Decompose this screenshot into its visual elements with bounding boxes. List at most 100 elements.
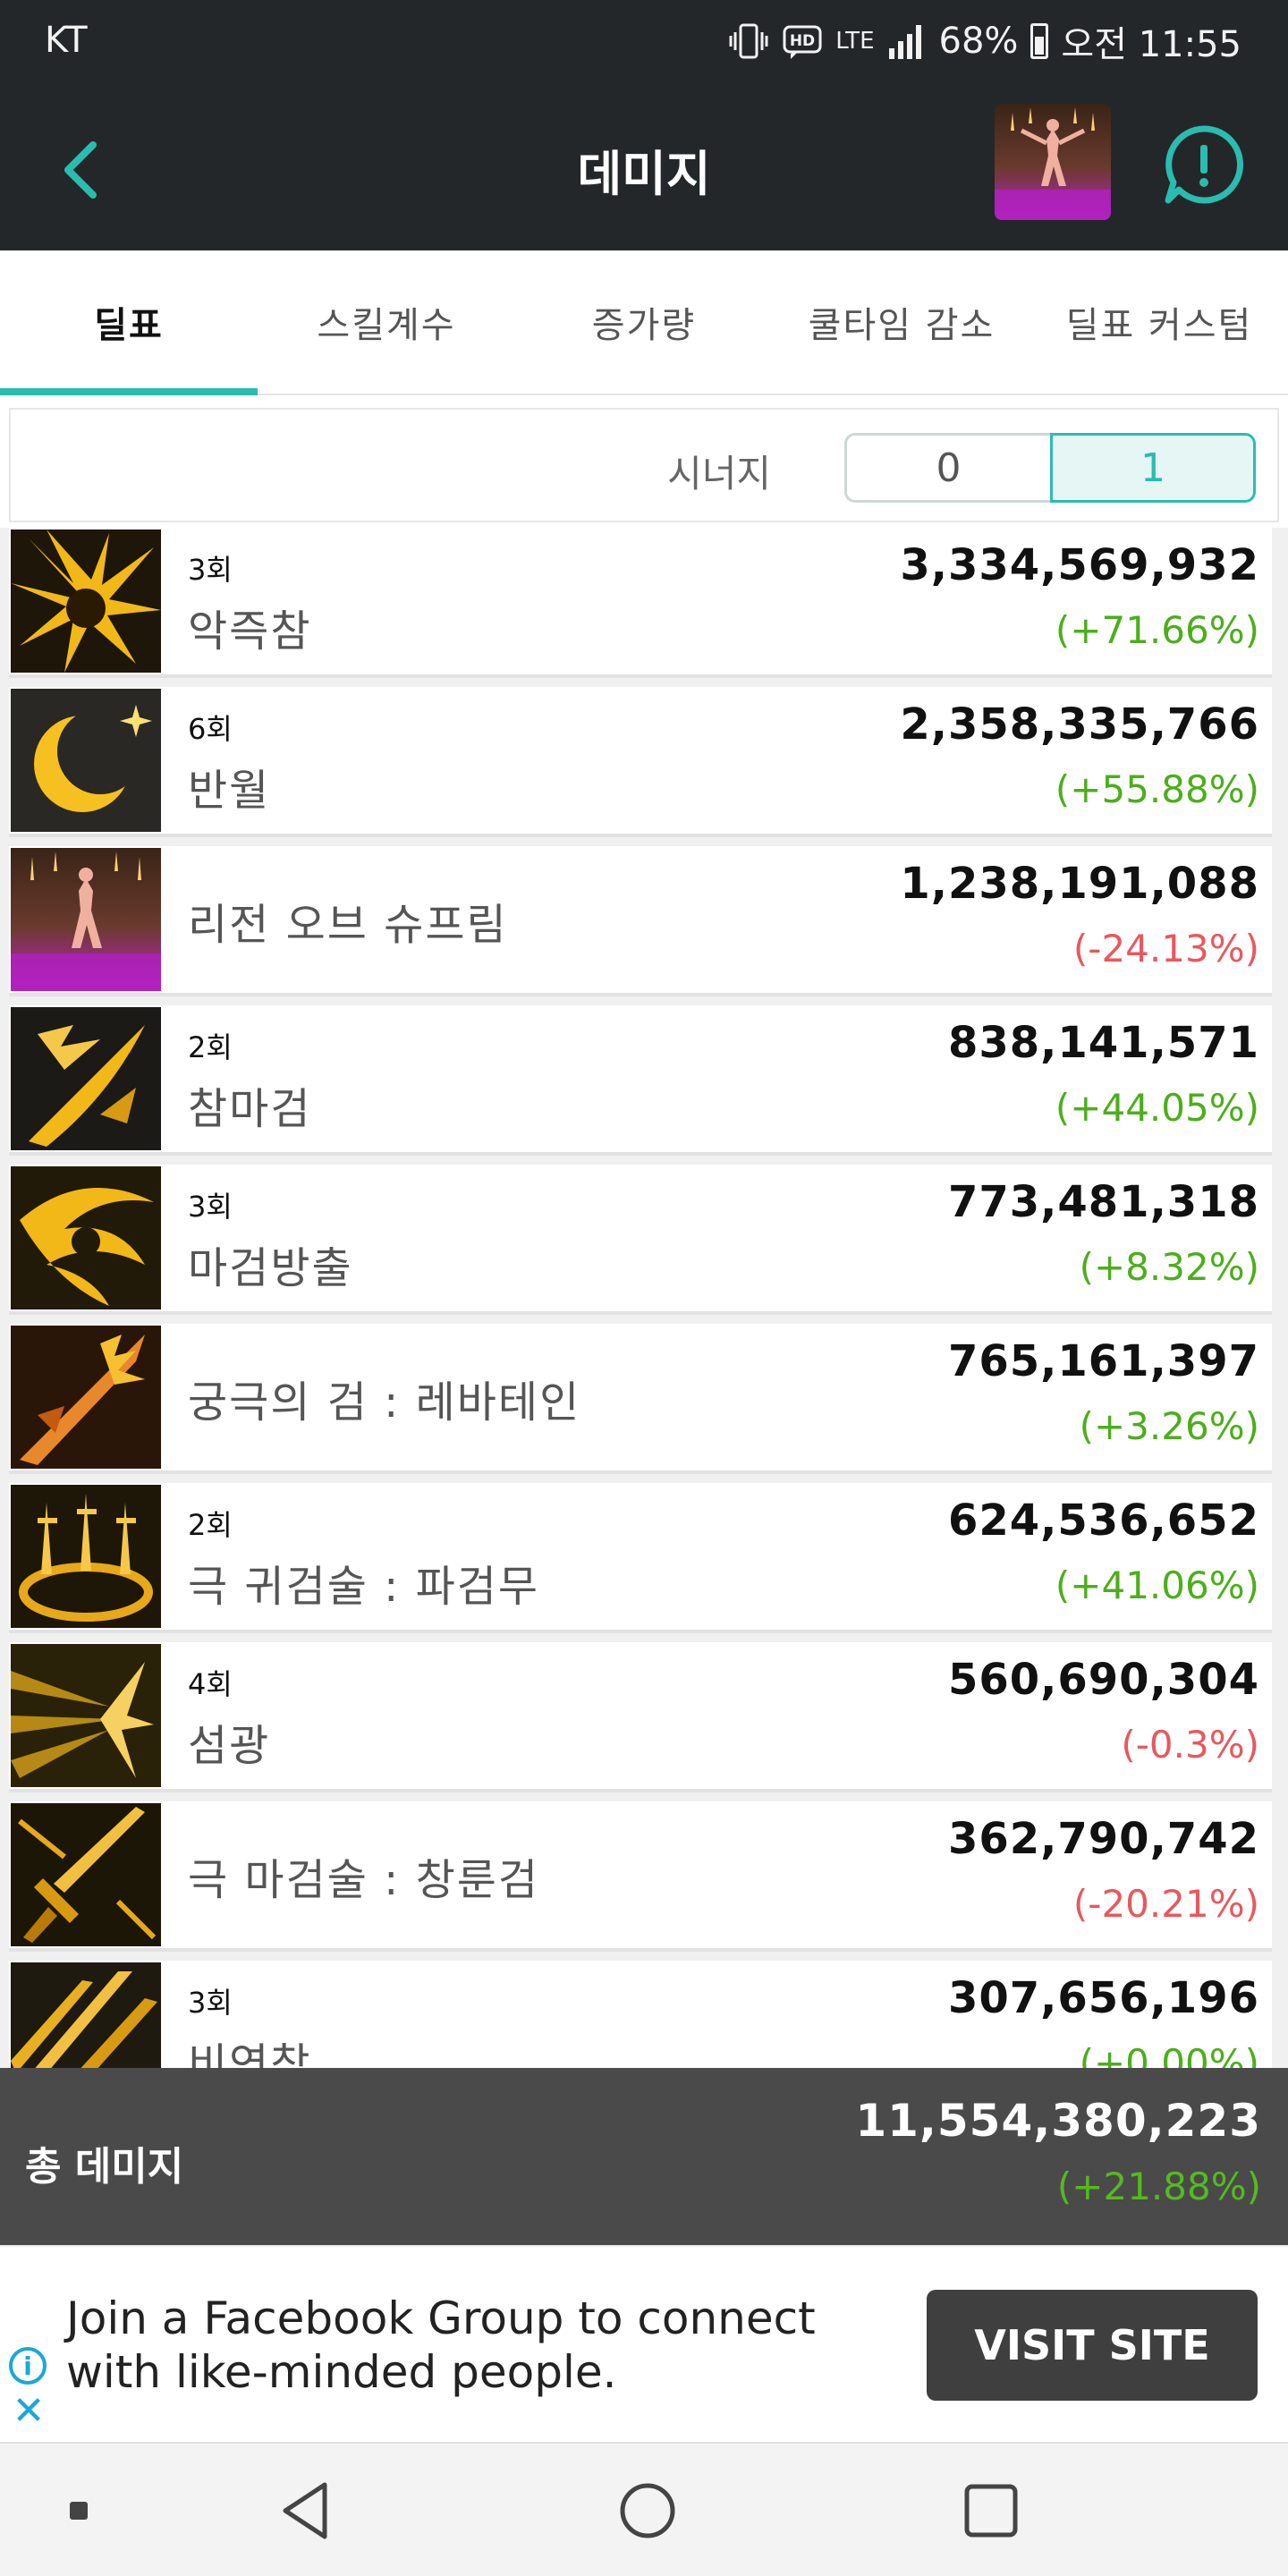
system-nav-bar	[0, 2442, 1288, 2576]
rune-sword-icon	[11, 1803, 161, 1946]
hit-count: 6회	[188, 712, 233, 746]
damage-value: 838,141,571	[947, 1018, 1259, 1068]
circle-home-icon	[620, 2483, 675, 2538]
battery-percent: 68%	[938, 21, 1019, 62]
tab-dps-table[interactable]: 딜표	[0, 250, 258, 394]
list-item[interactable]: 3회 악즉참 3,334,569,932 (+71.66%)	[9, 528, 1272, 678]
ad-info-icon[interactable]: i	[9, 2347, 47, 2385]
hd-voice-icon: HD	[783, 25, 822, 59]
lte-indicator: LTE	[835, 28, 875, 55]
list-item[interactable]: 3회 마검방출 773,481,318 (+8.32%)	[9, 1165, 1272, 1315]
back-button[interactable]	[36, 125, 125, 215]
damage-change: (+8.32%)	[1079, 1245, 1259, 1289]
battery-icon	[1030, 23, 1049, 59]
damage-value: 362,790,742	[947, 1814, 1259, 1864]
nav-dot-button[interactable]	[34, 2470, 123, 2551]
damage-change: (+3.26%)	[1079, 1404, 1259, 1448]
square-dot-icon	[70, 2502, 88, 2520]
laevateinn-icon	[11, 1326, 161, 1469]
skill-name: 악즉참	[188, 606, 312, 657]
synergy-label: 시너지	[667, 452, 771, 496]
damage-value: 624,536,652	[947, 1496, 1259, 1546]
skill-name: 반월	[188, 766, 271, 816]
ad-banner[interactable]: Join a Facebook Group to connect with li…	[0, 2245, 1288, 2442]
vibrate-icon	[729, 23, 768, 59]
hit-count: 2회	[188, 1030, 233, 1064]
crescent-moon-icon	[11, 689, 161, 832]
tab-bar: 딜표 스킬계수 증가량 쿨타임 감소 딜표 커스텀	[0, 250, 1288, 395]
alert-bubble-icon	[1165, 125, 1244, 204]
nav-recents-button[interactable]	[946, 2470, 1036, 2551]
tab-cooldown-reduction[interactable]: 쿨타임 감소	[773, 250, 1030, 394]
total-damage-bar: 총 데미지 11,554,380,223 (+21.88%)	[0, 2068, 1288, 2245]
list-item[interactable]: 극 마검술 : 창룬검 362,790,742 (-20.21%)	[9, 1801, 1272, 1952]
carrier-label: KT	[45, 20, 88, 61]
damage-value: 2,358,335,766	[900, 699, 1259, 750]
damage-value: 773,481,318	[947, 1177, 1259, 1227]
synergy-option-1[interactable]: 1	[1050, 433, 1256, 503]
legion-of-supreme-icon	[11, 848, 161, 991]
skill-name: 극 마검술 : 창룬검	[188, 1855, 540, 1905]
swallow-slash-icon	[11, 1962, 161, 2068]
damage-change: (-24.13%)	[1072, 927, 1259, 970]
skill-name: 비연참	[188, 2039, 312, 2068]
damage-value: 1,238,191,088	[900, 859, 1259, 909]
signal-icon	[888, 25, 921, 59]
hit-count: 2회	[188, 1508, 233, 1542]
square-recents-icon	[964, 2484, 1018, 2538]
skill-name: 섬광	[188, 1721, 271, 1771]
skill-name: 극 귀검술 : 파검무	[188, 1562, 540, 1612]
damage-change: (-20.21%)	[1072, 1882, 1259, 1926]
total-damage-label: 총 데미지	[25, 2144, 184, 2190]
tab-skill-coefficient[interactable]: 스킬계수	[258, 250, 515, 394]
synergy-row: 시너지 0 1	[9, 408, 1279, 522]
damage-change: (+55.88%)	[1055, 767, 1259, 811]
damage-change: (+0.00%)	[1079, 2041, 1259, 2068]
flash-icon	[11, 1644, 161, 1787]
skill-name: 마검방출	[188, 1243, 353, 1293]
damage-value: 560,690,304	[947, 1655, 1259, 1705]
total-damage-change: (+21.88%)	[1056, 2165, 1261, 2208]
damage-change: (-0.3%)	[1121, 1723, 1259, 1767]
chevron-left-icon	[64, 141, 97, 199]
sword-release-icon	[11, 1166, 161, 1309]
visit-site-button[interactable]: VISIT SITE	[927, 2290, 1258, 2401]
list-item[interactable]: 6회 반월 2,358,335,766 (+55.88%)	[9, 687, 1272, 837]
character-avatar[interactable]	[995, 104, 1111, 220]
app-bar: 데미지	[0, 82, 1288, 250]
triangle-back-icon	[283, 2482, 327, 2539]
status-bar: KT HD LTE 68% 오전 11:55	[0, 0, 1288, 82]
active-tab-indicator	[0, 388, 258, 395]
ad-close-icon[interactable]: ✕	[11, 2392, 47, 2431]
damage-change: (+44.05%)	[1055, 1086, 1259, 1130]
skill-name: 참마검	[188, 1084, 312, 1134]
slash-burst-icon	[11, 530, 161, 673]
skill-name: 리전 오브 슈프림	[188, 900, 508, 950]
list-item[interactable]: 3회 비연참 307,656,196 (+0.00%)	[9, 1961, 1272, 2068]
status-icons: HD LTE 68% 오전 11:55	[728, 16, 1241, 66]
skill-damage-list[interactable]: 3회 악즉참 3,334,569,932 (+71.66%) 6회 반월 2,3…	[0, 528, 1288, 2068]
damage-change: (+41.06%)	[1055, 1563, 1259, 1607]
ad-text[interactable]: Join a Facebook Group to connect with li…	[66, 2292, 898, 2399]
info-button[interactable]	[1159, 120, 1249, 209]
list-item[interactable]: 리전 오브 슈프림 1,238,191,088 (-24.13%)	[9, 846, 1272, 996]
list-item[interactable]: 궁극의 검 : 레바테인 765,161,397 (+3.26%)	[9, 1324, 1272, 1474]
list-item[interactable]: 4회 섬광 560,690,304 (-0.3%)	[9, 1642, 1272, 1792]
damage-value: 307,656,196	[947, 1973, 1259, 2023]
skill-name: 궁극의 검 : 레바테인	[188, 1377, 581, 1428]
total-damage-value: 11,554,380,223	[855, 2095, 1261, 2147]
nav-home-button[interactable]	[603, 2470, 692, 2551]
list-item[interactable]: 2회 참마검 838,141,571 (+44.05%)	[9, 1005, 1272, 1156]
demon-slash-icon	[11, 1007, 161, 1150]
list-item[interactable]: 2회 극 귀검술 : 파검무 624,536,652 (+41.06%)	[9, 1483, 1272, 1633]
svg-text:HD: HD	[790, 32, 815, 50]
nav-back-button[interactable]	[261, 2470, 351, 2551]
sword-dance-icon	[11, 1485, 161, 1628]
hit-count: 3회	[188, 1190, 233, 1224]
synergy-option-0[interactable]: 0	[844, 433, 1050, 503]
tab-increase[interactable]: 증가량	[515, 250, 773, 394]
hit-count: 4회	[188, 1667, 233, 1701]
damage-value: 765,161,397	[947, 1336, 1259, 1386]
hit-count: 3회	[188, 553, 233, 587]
tab-dps-custom[interactable]: 딜표 커스텀	[1030, 250, 1288, 394]
